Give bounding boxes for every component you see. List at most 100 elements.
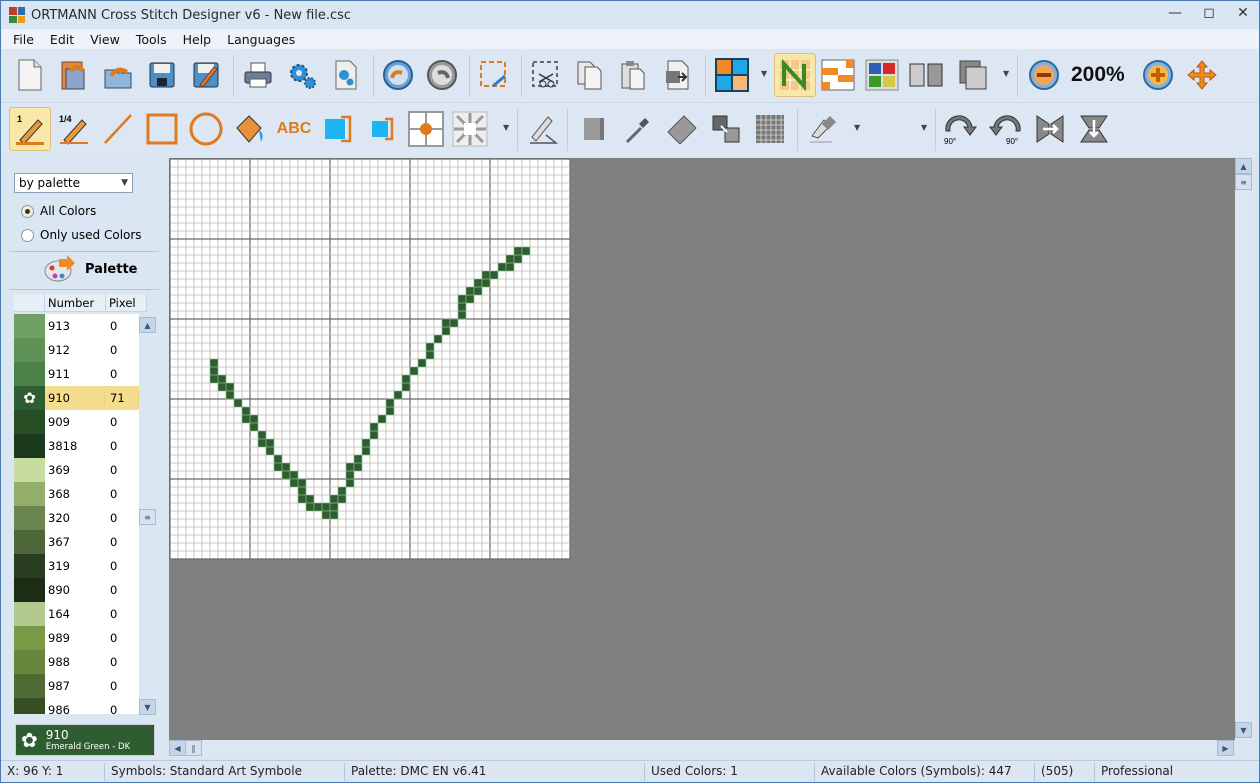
palette-button[interactable]: Palette bbox=[43, 255, 137, 283]
scroll-down-button[interactable]: ▼ bbox=[1235, 722, 1252, 738]
stitch[interactable] bbox=[233, 398, 243, 408]
stitch[interactable] bbox=[409, 366, 419, 376]
stitch[interactable] bbox=[345, 462, 355, 472]
stitch[interactable] bbox=[489, 270, 499, 280]
zoom-out-button[interactable] bbox=[1023, 53, 1065, 97]
stitch-view-button[interactable] bbox=[817, 53, 859, 97]
rotate-left-button[interactable]: 90° bbox=[985, 107, 1027, 151]
stitch[interactable] bbox=[441, 318, 451, 328]
scroll-up-button[interactable]: ▲ bbox=[1235, 158, 1252, 174]
stitch-grid[interactable] bbox=[169, 158, 571, 560]
color-list-row[interactable]: 989 0 bbox=[14, 626, 139, 650]
stitch[interactable] bbox=[305, 502, 315, 512]
copy-button[interactable] bbox=[569, 53, 611, 97]
color-list-row[interactable]: 986 0 bbox=[14, 698, 139, 714]
cut-button[interactable] bbox=[525, 53, 567, 97]
eraser-tool[interactable] bbox=[661, 107, 703, 151]
stitch[interactable] bbox=[345, 470, 355, 480]
fill-tool[interactable] bbox=[229, 107, 271, 151]
pan-button[interactable] bbox=[1181, 53, 1223, 97]
circle-tool[interactable] bbox=[185, 107, 227, 151]
stitch[interactable] bbox=[281, 470, 291, 480]
stitch[interactable] bbox=[273, 454, 283, 464]
stitch[interactable] bbox=[457, 310, 467, 320]
erase-dropdown[interactable]: ▼ bbox=[854, 123, 860, 132]
stitch[interactable] bbox=[505, 262, 515, 272]
stitch[interactable] bbox=[481, 270, 491, 280]
stitch[interactable] bbox=[441, 326, 451, 336]
stitch[interactable] bbox=[513, 254, 523, 264]
color-list-row[interactable]: 367 0 bbox=[14, 530, 139, 554]
stitch[interactable] bbox=[385, 398, 395, 408]
scroll-thumb[interactable]: ‖ bbox=[185, 740, 202, 756]
stitch[interactable] bbox=[257, 430, 267, 440]
vertical-scrollbar[interactable]: ▲ ≡ ▼ bbox=[1235, 158, 1252, 740]
color-list-row[interactable]: 912 0 bbox=[14, 338, 139, 362]
stitch[interactable] bbox=[265, 446, 275, 456]
menu-tools[interactable]: Tools bbox=[128, 32, 175, 47]
sort-select[interactable]: by palette ▼ bbox=[14, 173, 133, 193]
mirror-horizontal-button[interactable] bbox=[1029, 107, 1071, 151]
stitch[interactable] bbox=[329, 510, 339, 520]
color-list-row[interactable]: 913 0 bbox=[14, 314, 139, 338]
new-file-button[interactable] bbox=[9, 53, 51, 97]
stitch[interactable] bbox=[521, 246, 531, 256]
stitch[interactable] bbox=[225, 390, 235, 400]
redo-button[interactable] bbox=[421, 53, 463, 97]
minimize-button[interactable]: — bbox=[1167, 5, 1183, 21]
backstitch-tool[interactable] bbox=[521, 107, 563, 151]
stitch[interactable] bbox=[217, 374, 227, 384]
rotate-right-button[interactable]: 90° bbox=[939, 107, 981, 151]
stitch[interactable] bbox=[497, 262, 507, 272]
open-file-button[interactable] bbox=[97, 53, 139, 97]
pattern-fill-tool[interactable] bbox=[449, 107, 491, 151]
stitch[interactable] bbox=[401, 382, 411, 392]
paste-special-button[interactable] bbox=[657, 53, 699, 97]
menu-view[interactable]: View bbox=[82, 32, 128, 47]
stitch[interactable] bbox=[465, 294, 475, 304]
zoom-in-button[interactable] bbox=[1137, 53, 1179, 97]
open-image-button[interactable] bbox=[53, 53, 95, 97]
view-dropdown[interactable]: ▼ bbox=[1003, 69, 1009, 78]
stitch[interactable] bbox=[385, 406, 395, 416]
scroll-thumb[interactable]: ≡ bbox=[1235, 174, 1252, 190]
color-list-row[interactable]: 369 0 bbox=[14, 458, 139, 482]
stitch[interactable] bbox=[433, 334, 443, 344]
stitch[interactable] bbox=[377, 414, 387, 424]
quarter-stitch-tool[interactable]: 1/4 bbox=[53, 107, 95, 151]
text-tool[interactable]: ABC bbox=[273, 107, 315, 151]
stitch[interactable] bbox=[289, 470, 299, 480]
stitch[interactable] bbox=[369, 430, 379, 440]
scroll-down-button[interactable]: ▼ bbox=[139, 699, 156, 715]
color-list-row[interactable]: 3818 0 bbox=[14, 434, 139, 458]
radio-all-colors[interactable]: All Colors bbox=[21, 204, 96, 218]
stitch[interactable] bbox=[281, 462, 291, 472]
symbol-view-button[interactable] bbox=[774, 53, 816, 97]
stitch[interactable] bbox=[289, 478, 299, 488]
column-header-number[interactable]: Number bbox=[45, 294, 106, 311]
stitch[interactable] bbox=[257, 438, 267, 448]
menu-edit[interactable]: Edit bbox=[42, 32, 82, 47]
erase-line-tool[interactable] bbox=[803, 107, 845, 151]
document-settings-button[interactable] bbox=[325, 53, 367, 97]
color-view-dropdown[interactable]: ▼ bbox=[761, 69, 767, 78]
menu-languages[interactable]: Languages bbox=[219, 32, 303, 47]
color-view-button[interactable] bbox=[711, 53, 753, 97]
stitch[interactable] bbox=[345, 478, 355, 488]
stitch[interactable] bbox=[369, 422, 379, 432]
color-list-row[interactable]: 320 0 bbox=[14, 506, 139, 530]
rectangle-tool[interactable] bbox=[141, 107, 183, 151]
stitch[interactable] bbox=[473, 286, 483, 296]
line-tool[interactable] bbox=[97, 107, 139, 151]
mirror-vertical-button[interactable] bbox=[1073, 107, 1115, 151]
color-list-row[interactable]: 909 0 bbox=[14, 410, 139, 434]
column-header-pixel[interactable]: Pixel bbox=[106, 294, 147, 311]
backstitch-frame-tool[interactable] bbox=[317, 107, 359, 151]
stitch[interactable] bbox=[481, 278, 491, 288]
close-button[interactable]: ✕ bbox=[1235, 5, 1251, 21]
split-view-button[interactable] bbox=[905, 53, 947, 97]
pattern-dropdown[interactable]: ▼ bbox=[503, 123, 509, 132]
undo-button[interactable] bbox=[377, 53, 419, 97]
stitch[interactable] bbox=[297, 494, 307, 504]
menu-file[interactable]: File bbox=[5, 32, 42, 47]
